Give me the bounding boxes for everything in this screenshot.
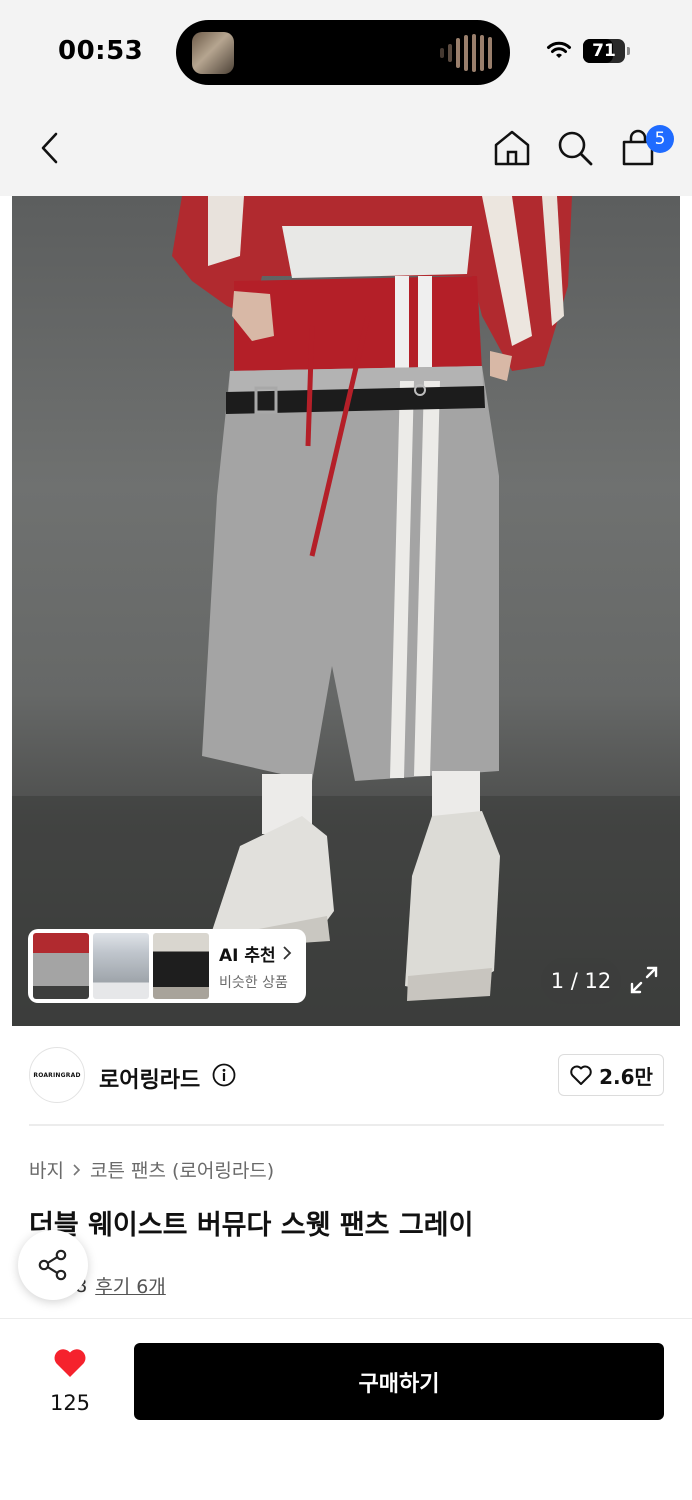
dynamic-island[interactable] xyxy=(176,20,510,85)
home-button[interactable] xyxy=(484,100,540,196)
chevron-right-icon xyxy=(283,946,291,960)
chevron-right-icon xyxy=(73,1163,81,1176)
cart-count-badge: 5 xyxy=(646,125,674,153)
wifi-icon xyxy=(547,41,571,58)
brand-like-count: 2.6만 xyxy=(599,1064,653,1089)
search-button[interactable] xyxy=(547,100,603,196)
share-icon xyxy=(38,1249,67,1281)
info-icon[interactable] xyxy=(212,1063,236,1087)
heart-filled-icon xyxy=(54,1349,86,1377)
battery-indicator: 71 xyxy=(583,39,630,63)
ai-recommend-text: AI 추천 비슷한 상품 xyxy=(219,941,292,992)
ai-recommend-title-label: AI 추천 xyxy=(219,945,276,966)
ai-thumb-3[interactable] xyxy=(153,933,209,999)
top-navigation-bar: 5 xyxy=(0,100,692,196)
breadcrumb-category[interactable]: 바지 xyxy=(29,1156,64,1183)
share-button[interactable] xyxy=(18,1230,88,1300)
product-title: 더블 웨이스트 버뮤다 스웻 팬츠 그레이 xyxy=(29,1210,474,1241)
ai-recommend-title: AI 추천 xyxy=(219,941,292,966)
back-icon xyxy=(41,132,58,164)
wishlist-button[interactable]: 125 xyxy=(30,1343,110,1419)
ai-recommend-subtitle: 비슷한 상품 xyxy=(219,974,288,991)
divider xyxy=(29,1124,664,1126)
breadcrumb: 바지 코튼 팬츠 (로어링라드) xyxy=(29,1156,274,1183)
buy-button[interactable]: 구매하기 xyxy=(134,1343,664,1420)
brand-row: ROARINGRAD 로어링라드 2.6만 xyxy=(0,1026,692,1126)
ai-thumb-2[interactable] xyxy=(93,933,149,999)
brand-like-button[interactable]: 2.6만 xyxy=(558,1054,664,1096)
brand-name[interactable]: 로어링라드 xyxy=(99,1062,200,1094)
cart-button[interactable]: 5 xyxy=(610,100,674,196)
brand-logo-text: ROARINGRAD xyxy=(33,1071,81,1079)
status-time: 00:53 xyxy=(58,36,144,66)
ai-thumb-1[interactable] xyxy=(33,933,89,999)
back-button[interactable] xyxy=(22,100,78,196)
wishlist-count: 125 xyxy=(49,1391,91,1415)
status-bar: 00:53 71 xyxy=(0,0,692,100)
battery-cap xyxy=(627,47,630,55)
ai-recommend-card[interactable]: AI 추천 비슷한 상품 xyxy=(28,929,306,1003)
review-count-link[interactable]: 후기 6개 xyxy=(95,1272,166,1299)
breadcrumb-subcategory[interactable]: 코튼 팬츠 (로어링라드) xyxy=(90,1156,274,1183)
bottom-action-bar: 125 구매하기 xyxy=(0,1318,692,1500)
product-image-gallery[interactable]: AI 추천 비슷한 상품 1 / 12 xyxy=(12,196,680,1026)
heart-outline-icon xyxy=(570,1065,592,1085)
brand-logo[interactable]: ROARINGRAD xyxy=(29,1047,85,1103)
battery-level: 71 xyxy=(592,41,616,61)
image-counter: 1 / 12 xyxy=(541,958,621,1004)
home-icon xyxy=(494,130,530,166)
product-photo xyxy=(12,196,680,1026)
expand-icon[interactable] xyxy=(626,962,662,998)
now-playing-artwork xyxy=(192,32,234,74)
audio-waveform-icon xyxy=(440,34,492,72)
search-icon xyxy=(558,131,593,166)
